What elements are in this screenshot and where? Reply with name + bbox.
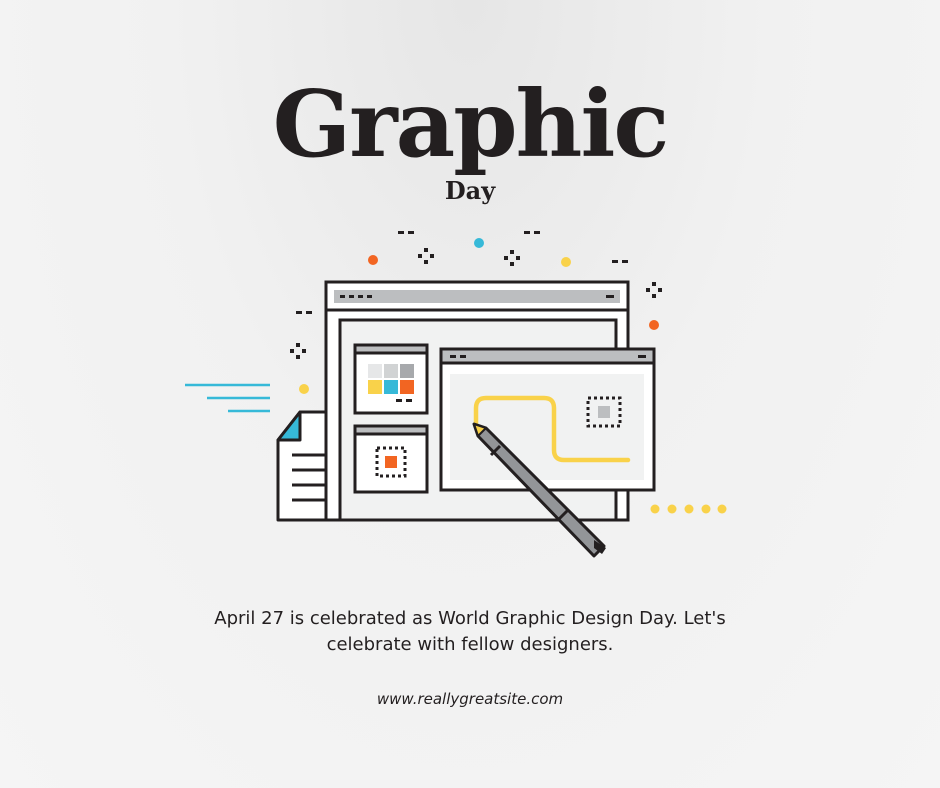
orange-dot <box>368 255 378 265</box>
page-title: Graphic <box>272 70 670 178</box>
orange-dot <box>649 320 659 330</box>
speed-lines <box>185 383 270 413</box>
blue-dot <box>474 238 484 248</box>
yellow-dot <box>299 384 309 394</box>
description-text: April 27 is celebrated as World Graphic … <box>214 608 726 655</box>
page-subtitle: Day <box>444 176 496 205</box>
yellow-dot-row <box>650 504 727 514</box>
selection-panel <box>353 424 429 494</box>
yellow-dot <box>561 257 571 267</box>
design-window-with-stylus-icon <box>185 231 727 558</box>
canvas-window <box>439 347 656 492</box>
color-palette-panel <box>353 343 429 415</box>
website-link[interactable]: www.reallygreatsite.com <box>0 690 940 708</box>
